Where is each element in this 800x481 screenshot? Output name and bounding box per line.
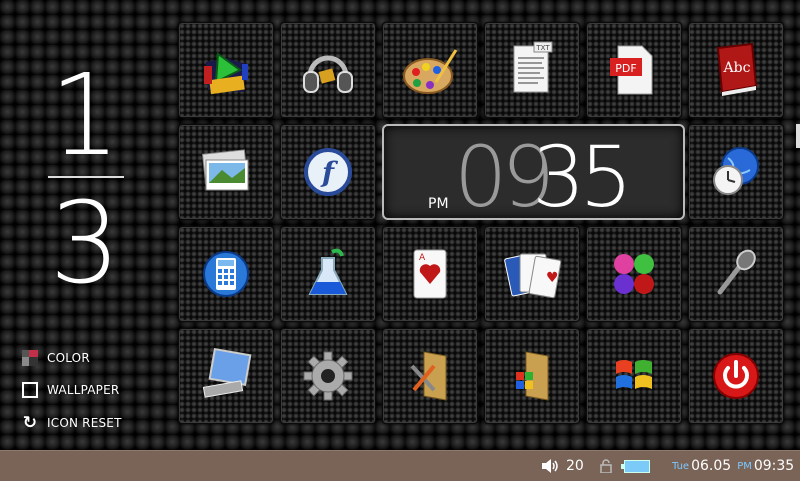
svg-text:TXT: TXT bbox=[535, 44, 550, 52]
photos-icon bbox=[201, 149, 249, 191]
page-divider bbox=[48, 176, 124, 178]
app-tile-settings[interactable] bbox=[280, 328, 376, 424]
dictionary-book-icon: Abc bbox=[716, 42, 758, 96]
app-tile-ball-game[interactable] bbox=[586, 226, 682, 322]
computer-icon bbox=[202, 347, 252, 398]
pdf-file-icon: PDF bbox=[610, 45, 653, 95]
weekday: Tue bbox=[672, 460, 690, 472]
volume-level: 20 bbox=[566, 458, 584, 474]
app-tile-media-player[interactable] bbox=[178, 22, 274, 118]
icon-reset-option-label: ICON RESET bbox=[47, 416, 122, 430]
app-tile-photo-viewer[interactable] bbox=[178, 124, 274, 220]
clock-ampm: PM bbox=[428, 196, 449, 212]
color-palette-icon bbox=[22, 350, 38, 366]
app-tile-pdf-viewer[interactable]: PDF bbox=[586, 22, 682, 118]
app-tile-voice-recorder[interactable] bbox=[688, 226, 784, 322]
color-option-label: COLOR bbox=[47, 351, 90, 365]
wallpaper-option-label: WALLPAPER bbox=[47, 383, 120, 397]
app-tile-flash-player[interactable]: f bbox=[280, 124, 376, 220]
windows-logo-icon bbox=[616, 360, 652, 389]
wallpaper-icon bbox=[22, 382, 38, 398]
flask-icon bbox=[308, 248, 348, 295]
clock-minutes: 35 bbox=[532, 128, 633, 226]
speaker-icon bbox=[542, 459, 558, 473]
media-player-icon bbox=[204, 52, 248, 95]
gear-icon bbox=[303, 351, 353, 401]
flash-icon: f bbox=[304, 148, 352, 196]
app-tile-power[interactable] bbox=[688, 328, 784, 424]
colored-balls-icon bbox=[614, 254, 654, 294]
app-tile-dictionary[interactable]: Abc bbox=[688, 22, 784, 118]
palette-icon bbox=[403, 49, 458, 94]
playing-cards-icon: ♥ bbox=[504, 253, 562, 299]
txt-file-icon: TXT bbox=[513, 41, 553, 93]
icon-reset-option[interactable]: ↻ ICON RESET bbox=[22, 413, 122, 433]
ace-of-hearts-icon: A bbox=[413, 249, 447, 299]
app-tile-solitaire[interactable]: ♥ bbox=[484, 226, 580, 322]
svg-text:Abc: Abc bbox=[723, 60, 751, 76]
status-bar: 20 Tue 06.05 PM 09:35 bbox=[0, 450, 800, 481]
clock-widget[interactable]: PM 09 35 bbox=[382, 124, 685, 226]
app-tile-calculator[interactable] bbox=[178, 226, 274, 322]
wallpaper-option[interactable]: WALLPAPER bbox=[22, 380, 119, 400]
app-tile-paint[interactable] bbox=[382, 22, 478, 118]
lock-icon bbox=[600, 459, 612, 473]
power-icon bbox=[713, 353, 759, 399]
headphones-icon bbox=[303, 55, 353, 93]
globe-clock-icon bbox=[713, 147, 759, 195]
microphone-icon bbox=[717, 249, 756, 295]
volume-control[interactable]: 20 bbox=[542, 451, 584, 481]
battery-icon bbox=[621, 459, 650, 473]
scroll-edge-indicator bbox=[796, 124, 800, 148]
page-total-number: 3 bbox=[49, 179, 121, 309]
app-tile-lab[interactable] bbox=[280, 226, 376, 322]
page-current-number: 1 bbox=[49, 51, 121, 181]
svg-text:♥: ♥ bbox=[546, 270, 559, 286]
app-tile-windows-folder[interactable] bbox=[484, 328, 580, 424]
battery-indicator bbox=[621, 451, 650, 481]
svg-text:PDF: PDF bbox=[615, 62, 636, 75]
color-option[interactable]: COLOR bbox=[22, 348, 90, 368]
app-tile-card-game[interactable]: A bbox=[382, 226, 478, 322]
date-time: Tue 06.05 PM 09:35 bbox=[672, 451, 794, 481]
app-tile-text-viewer[interactable]: TXT bbox=[484, 22, 580, 118]
app-tile-world-clock[interactable] bbox=[688, 124, 784, 220]
app-tile-tools-folder[interactable] bbox=[382, 328, 478, 424]
svg-text:A: A bbox=[419, 253, 426, 263]
lock-toggle[interactable] bbox=[600, 451, 612, 481]
app-tile-system-info[interactable] bbox=[178, 328, 274, 424]
refresh-icon: ↻ bbox=[22, 413, 38, 433]
date-value: 06.05 bbox=[691, 458, 732, 474]
time-value: 09:35 bbox=[753, 458, 795, 474]
app-tile-windows[interactable] bbox=[586, 328, 682, 424]
tools-folder-icon bbox=[410, 351, 447, 401]
calculator-icon bbox=[203, 251, 249, 297]
time-ampm: PM bbox=[737, 460, 752, 472]
app-tile-music[interactable] bbox=[280, 22, 376, 118]
windows-folder-icon bbox=[516, 351, 549, 401]
